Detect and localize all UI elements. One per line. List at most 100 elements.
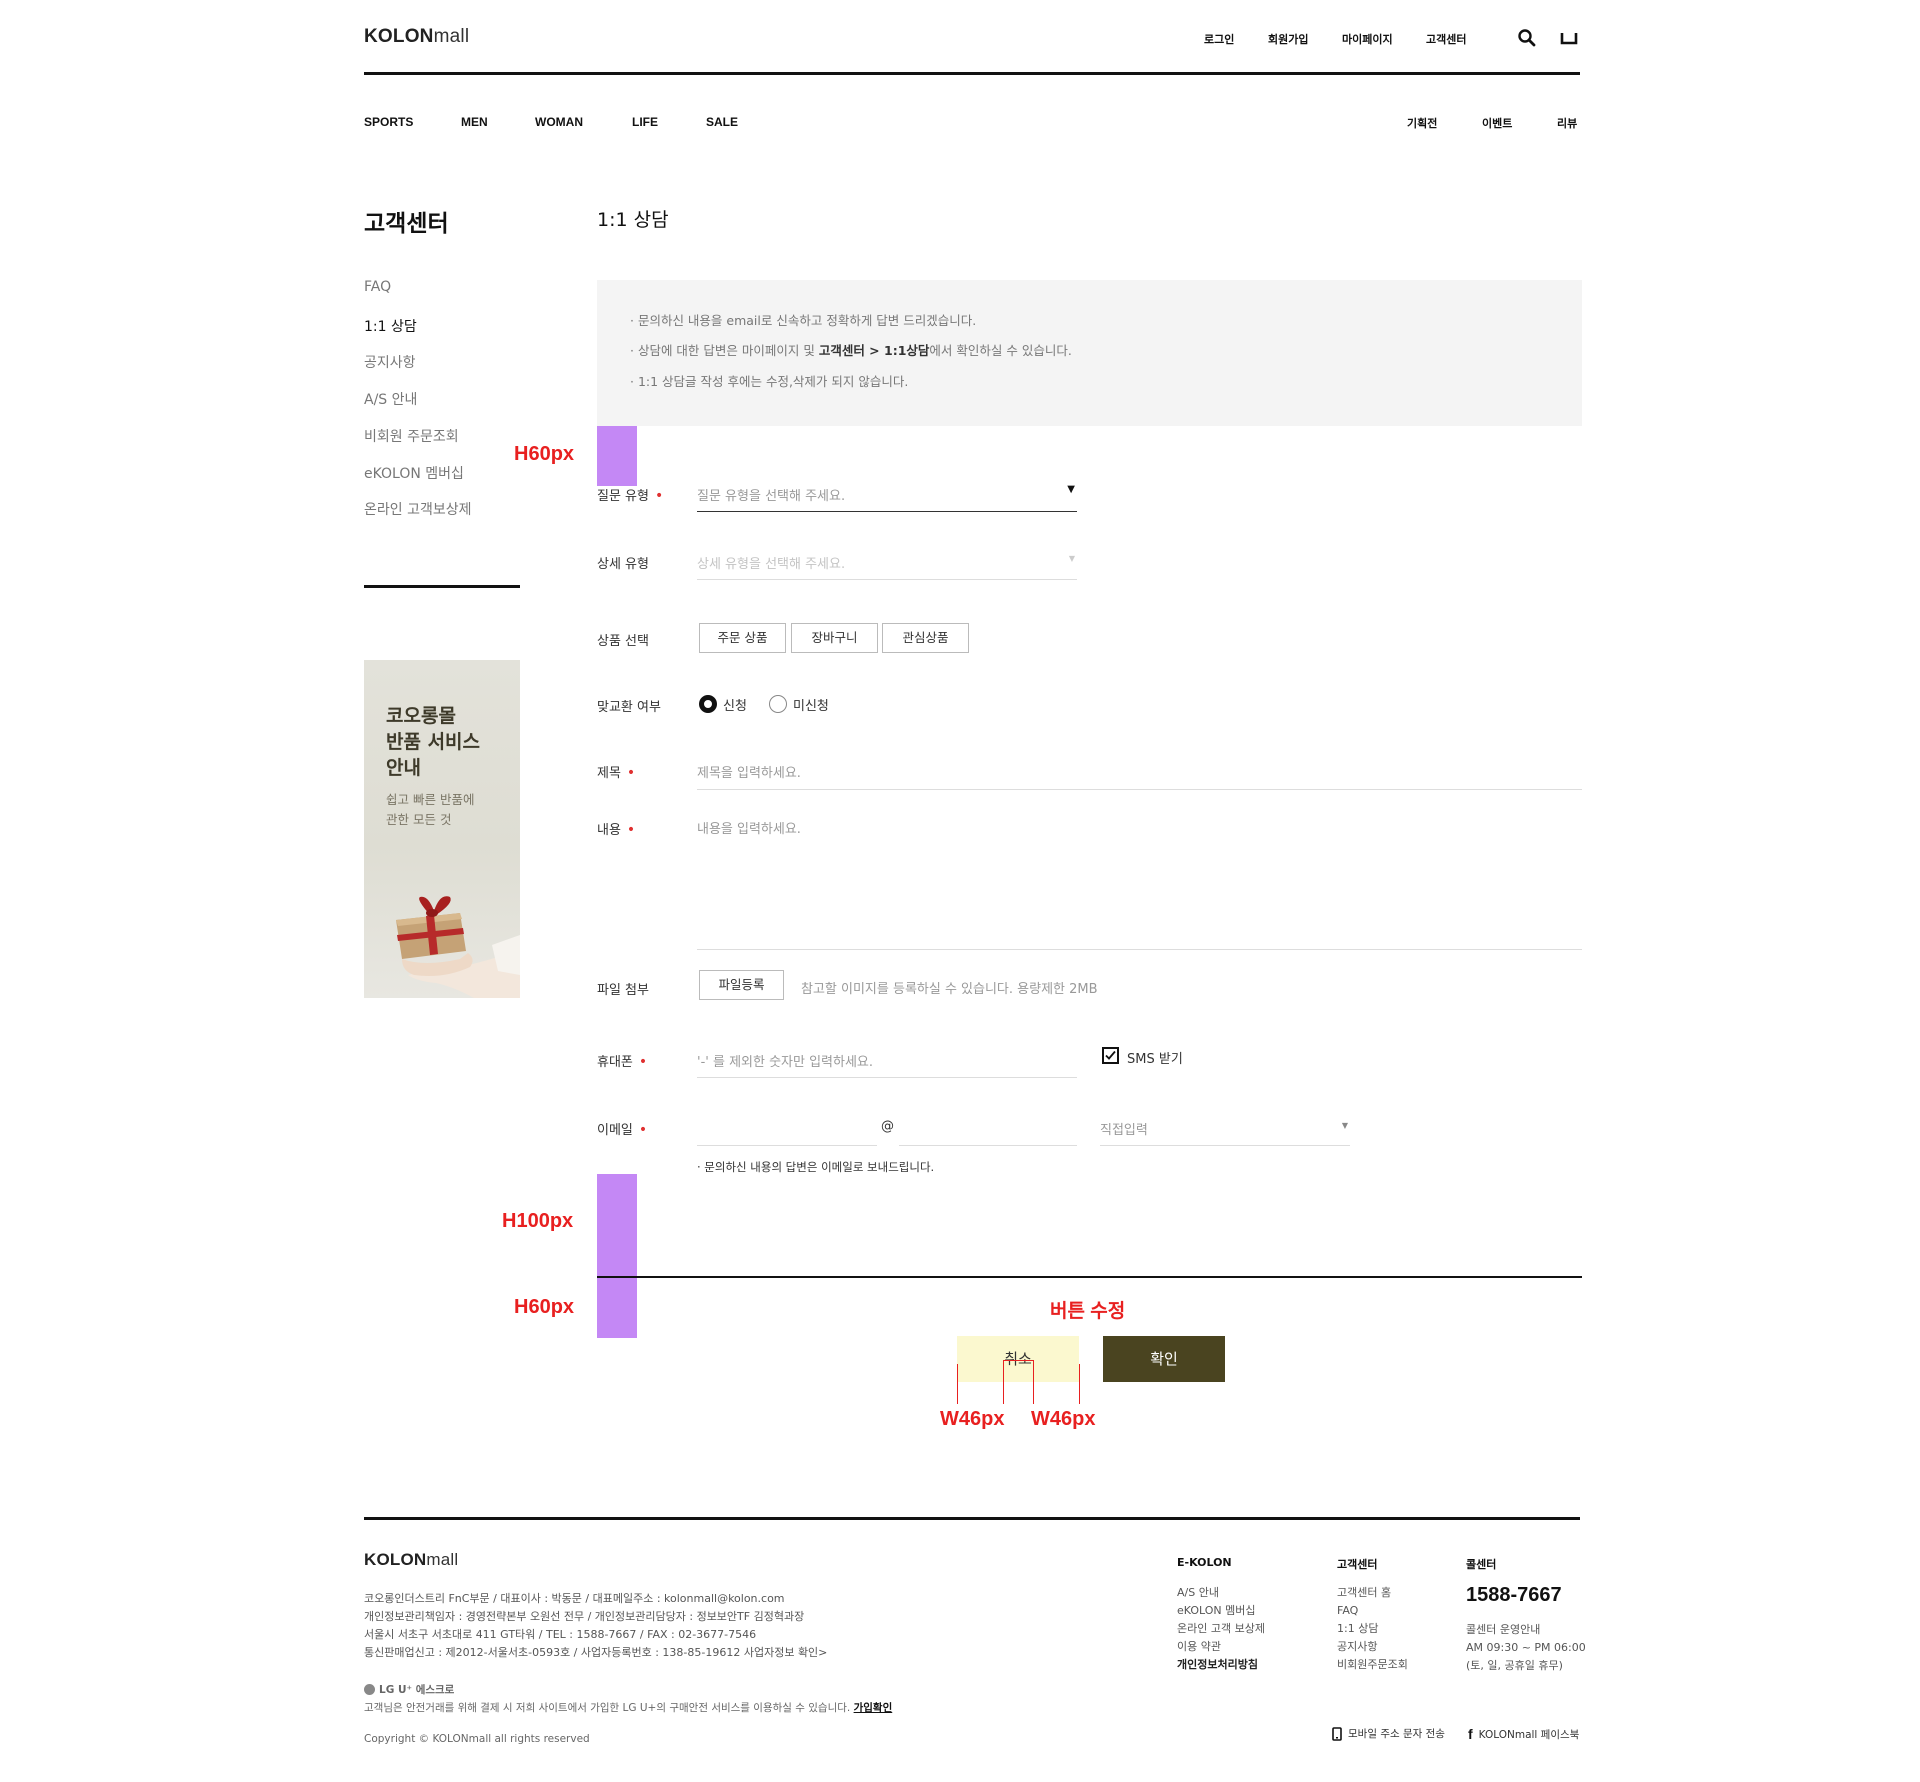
- annotation-h100: H100px: [502, 1210, 574, 1232]
- exchange-apply-label[interactable]: 신청: [723, 695, 747, 714]
- phone-label: 휴대폰 •: [597, 1051, 647, 1070]
- notice-line-2c: 에서 확인하실 수 있습니다.: [929, 343, 1072, 358]
- gnb-men[interactable]: MEN: [461, 115, 488, 129]
- email-label-text: 이메일: [597, 1123, 633, 1138]
- footer-col3: 콜센터 운영안내 AM 09:30 ~ PM 06:00 (토, 일, 공휴일 …: [1466, 1621, 1586, 1675]
- measure-line: [1003, 1360, 1004, 1404]
- sidebar-item-as[interactable]: A/S 안내: [364, 389, 417, 409]
- content-textarea[interactable]: 내용을 입력하세요.: [697, 808, 1582, 950]
- gnb-event[interactable]: 이벤트: [1482, 115, 1512, 131]
- email-note: · 문의하신 내용의 답변은 이메일로 보내드립니다.: [697, 1160, 935, 1174]
- footer-link-1on1[interactable]: 1:1 상담: [1337, 1620, 1408, 1638]
- notice-line-2: · 상담에 대한 답변은 마이페이지 및 고객센터 > 1:1상담에서 확인하실…: [630, 336, 1072, 366]
- wishlist-button[interactable]: 관심상품: [882, 623, 969, 653]
- footer-link-privacy[interactable]: 개인정보처리방침: [1177, 1656, 1265, 1674]
- footer-addr-2: 개인정보관리책임자 : 경영전략본부 오원선 전무 / 개인정보관리담당자 : …: [364, 1610, 805, 1623]
- footer-col2-head: 고객센터: [1337, 1558, 1378, 1571]
- email-id-input[interactable]: [697, 1108, 877, 1146]
- util-login[interactable]: 로그인: [1204, 31, 1234, 47]
- measure-line: [1033, 1360, 1034, 1404]
- banner-line3: 안내: [386, 757, 421, 779]
- gnb-review[interactable]: 리뷰: [1557, 115, 1577, 131]
- gnb-woman[interactable]: WOMAN: [535, 115, 583, 129]
- caret-down-icon: ▼: [1341, 1121, 1348, 1130]
- q-type-placeholder: 질문 유형을 선택해 주세요.: [697, 489, 846, 504]
- sidebar-item-notice[interactable]: 공지사항: [364, 352, 416, 372]
- util-mypage[interactable]: 마이페이지: [1342, 31, 1393, 47]
- required-mark: •: [638, 1054, 648, 1070]
- file-upload-button[interactable]: 파일등록: [699, 970, 784, 1000]
- sidebar-item-compensation[interactable]: 온라인 고객보상제: [364, 499, 472, 519]
- footer-addr-4[interactable]: 통신판매업신고 : 제2012-서울서초-0593호 / 사업자등록번호 : 1…: [364, 1644, 827, 1662]
- escrow-confirm-link[interactable]: 가입확인: [854, 1702, 893, 1714]
- logo[interactable]: KOLONmall: [364, 26, 469, 48]
- caret-down-icon: ▼: [1067, 484, 1075, 495]
- gnb-life[interactable]: LIFE: [632, 115, 658, 129]
- confirm-button[interactable]: 확인: [1103, 1336, 1225, 1382]
- phone-input[interactable]: '-' 를 제외한 숫자만 입력하세요.: [697, 1040, 1077, 1078]
- footer-col1: A/S 안내 eKOLON 멤버십 온라인 고객 보상제 이용 약관 개인정보처…: [1177, 1584, 1265, 1674]
- util-cs[interactable]: 고객센터: [1426, 31, 1466, 47]
- sms-label[interactable]: SMS 받기: [1127, 1048, 1183, 1067]
- cart-button[interactable]: 장바구니: [791, 623, 878, 653]
- q-type-label: 질문 유형 •: [597, 485, 663, 504]
- footer-link-as[interactable]: A/S 안내: [1177, 1584, 1265, 1602]
- footer-link-cs-home[interactable]: 고객센터 홈: [1337, 1584, 1408, 1602]
- cart-icon[interactable]: [1560, 30, 1578, 46]
- search-icon[interactable]: [1517, 28, 1537, 48]
- footer-link-terms[interactable]: 이용 약관: [1177, 1638, 1265, 1656]
- logo-light: mall: [433, 26, 470, 47]
- email-domain-select[interactable]: 직접입력 ▼: [1100, 1108, 1350, 1146]
- exchange-apply-radio[interactable]: [699, 695, 717, 713]
- file-hint: 참고할 이미지를 등록하실 수 있습니다. 용량제한 2MB: [801, 982, 1098, 997]
- logo-bold: KOLON: [364, 26, 434, 47]
- side-title: 고객센터: [364, 211, 449, 237]
- facebook-link[interactable]: f KOLONmall 페이스북: [1468, 1726, 1579, 1742]
- content-label-text: 내용: [597, 823, 621, 838]
- detail-type-select[interactable]: 상세 유형을 선택해 주세요. ▼: [697, 542, 1077, 580]
- sidebar-item-1on1[interactable]: 1:1 상담: [364, 316, 417, 336]
- annotation-w46-left: W46px: [940, 1408, 1005, 1430]
- annotation-w46-right: W46px: [1031, 1408, 1096, 1430]
- sidebar-item-faq[interactable]: FAQ: [364, 279, 391, 295]
- footer-link-guest-order[interactable]: 비회원주문조회: [1337, 1656, 1408, 1674]
- spacing-marker-h100: [597, 1174, 637, 1276]
- order-product-button[interactable]: 주문 상품: [699, 623, 786, 653]
- email-domain-input[interactable]: [899, 1108, 1077, 1146]
- gnb-sale[interactable]: SALE: [706, 115, 738, 129]
- annotation-button-edit: 버튼 수정: [1050, 1301, 1126, 1322]
- required-mark: •: [638, 1122, 648, 1138]
- sidebar-item-membership[interactable]: eKOLON 멤버십: [364, 463, 464, 483]
- notice-line-3: · 1:1 상담글 작성 후에는 수정,삭제가 되지 않습니다.: [630, 374, 909, 389]
- gnb-sports[interactable]: SPORTS: [364, 115, 413, 129]
- exchange-none-radio[interactable]: [769, 695, 787, 713]
- sms-checkbox[interactable]: [1102, 1047, 1119, 1064]
- gift-box-image: [396, 896, 520, 998]
- content-placeholder: 내용을 입력하세요.: [697, 822, 801, 837]
- measure-line: [957, 1364, 958, 1404]
- phone-label-text: 휴대폰: [597, 1055, 633, 1070]
- footer-link-compensation[interactable]: 온라인 고객 보상제: [1177, 1620, 1265, 1638]
- banner-line1: 코오롱몰: [386, 705, 456, 727]
- footer-link-notice[interactable]: 공지사항: [1337, 1638, 1408, 1656]
- gnb-exhibition[interactable]: 기획전: [1407, 115, 1437, 131]
- email-at-sign: @: [881, 1119, 894, 1134]
- footer-divider: [364, 1517, 1580, 1520]
- mobile-link[interactable]: 모바일 주소 문자 전송: [1332, 1726, 1445, 1741]
- escrow-text-main: 고객님은 안전거래를 위해 결제 시 저희 사이트에서 가입한 LG U+의 구…: [364, 1702, 854, 1714]
- callcenter-hours: AM 09:30 ~ PM 06:00: [1466, 1641, 1586, 1654]
- sidebar-item-guest-order[interactable]: 비회원 주문조회: [364, 426, 459, 446]
- banner-sub1: 쉽고 빠른 반품에: [386, 792, 475, 807]
- q-type-select[interactable]: 질문 유형을 선택해 주세요. ▼: [697, 474, 1077, 512]
- util-join[interactable]: 회원가입: [1268, 31, 1308, 47]
- side-divider: [364, 585, 520, 588]
- exchange-none-label[interactable]: 미신청: [793, 695, 829, 714]
- cancel-button[interactable]: 취소: [957, 1336, 1079, 1382]
- footer-link-faq[interactable]: FAQ: [1337, 1602, 1408, 1620]
- return-service-banner[interactable]: 코오롱몰 반품 서비스 안내 쉽고 빠른 반품에 관한 모든 것: [364, 660, 520, 998]
- subject-input[interactable]: 제목을 입력하세요.: [697, 752, 1582, 790]
- copyright: Copyright © KOLONmall all rights reserve…: [364, 1733, 590, 1745]
- footer-link-membership[interactable]: eKOLON 멤버십: [1177, 1602, 1265, 1620]
- detail-type-label: 상세 유형: [597, 557, 649, 572]
- footer-logo-light: mall: [426, 1550, 459, 1569]
